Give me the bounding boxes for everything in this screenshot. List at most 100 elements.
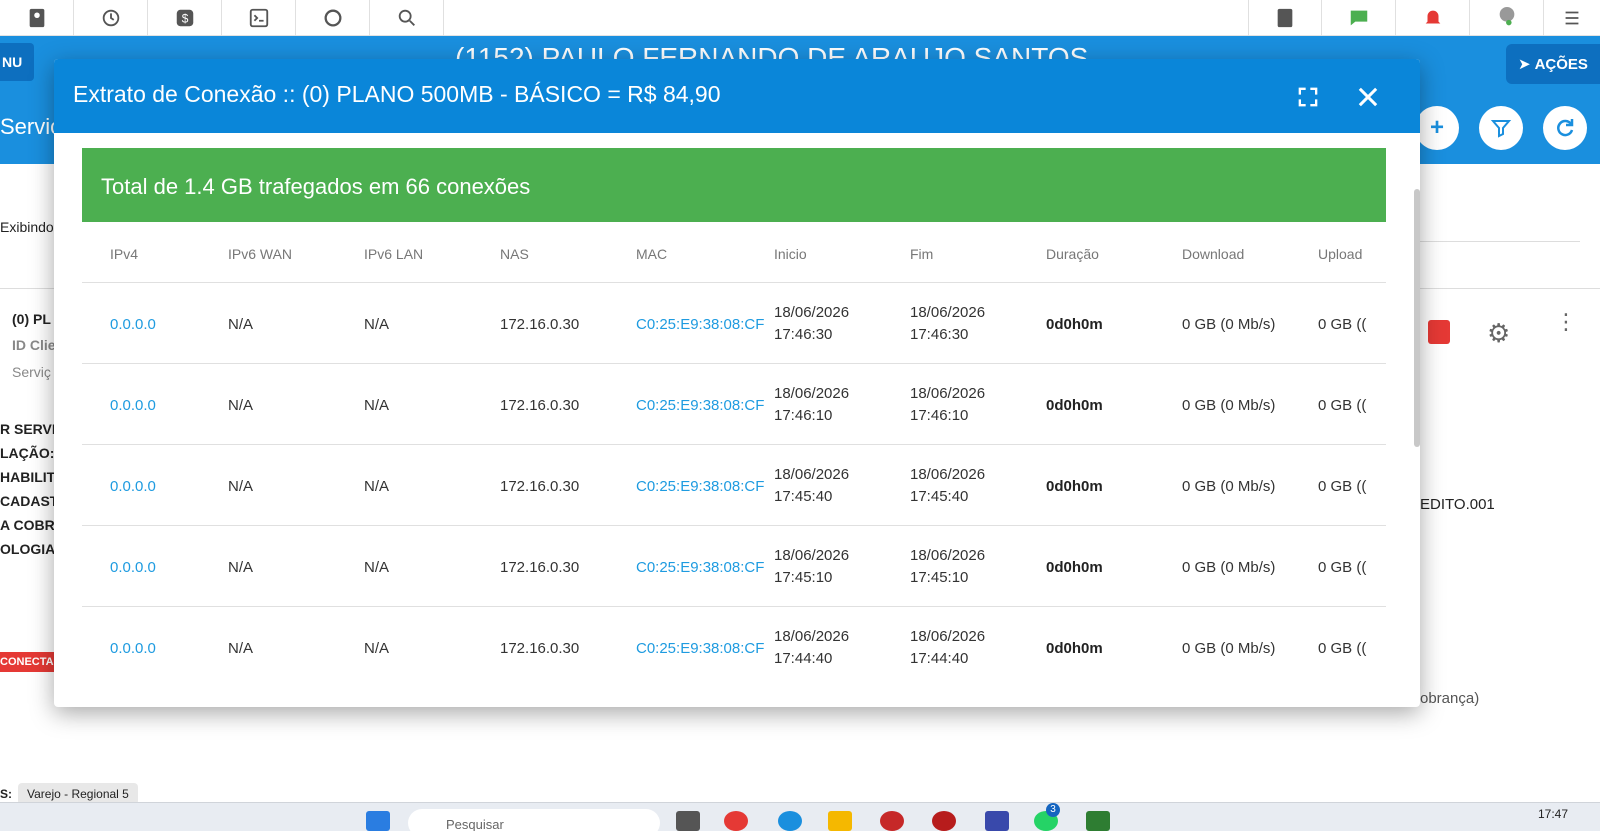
inicio-cell-line: 17:45:10: [774, 569, 833, 586]
pdf-icon[interactable]: [1248, 0, 1322, 36]
inicio-cell: 18/06/2026 17:46:30: [774, 283, 849, 365]
column-header[interactable]: Inicio: [774, 246, 807, 262]
chrome-icon[interactable]: [724, 811, 748, 831]
table-row: 0.0.0.0 N/A N/A 172.16.0.30 C0:25:E9:38:08:C…: [82, 444, 1386, 527]
inicio-cell-line: 18/06/2026: [774, 466, 850, 483]
column-header[interactable]: IPv6 LAN: [364, 246, 423, 262]
column-header[interactable]: NAS: [500, 246, 529, 262]
taskbar-search[interactable]: Pesquisar: [408, 809, 660, 831]
taskbar: Pesquisar 3 17:47: [0, 802, 1600, 831]
start-icon[interactable]: [366, 811, 390, 831]
document-icon[interactable]: [1428, 320, 1450, 344]
bell-icon[interactable]: [1396, 0, 1470, 36]
edge-icon[interactable]: [778, 811, 802, 831]
terminal-icon[interactable]: [222, 0, 296, 36]
field-label: R SERVI: [0, 421, 56, 437]
inicio-cell-line: 17:46:30: [774, 326, 833, 343]
fim-cell-line: 18/06/2026: [910, 385, 986, 402]
app-icon[interactable]: [1086, 811, 1110, 831]
refresh-icon: [1557, 119, 1574, 137]
fim-cell-line: 18/06/2026: [910, 304, 986, 321]
scrollbar[interactable]: [1414, 189, 1420, 447]
search-icon[interactable]: [370, 0, 444, 36]
table-row: 0.0.0.0 N/A N/A 172.16.0.30 C0:25:E9:38:08:C…: [82, 525, 1386, 608]
duracao-cell: 0d0h0m: [1046, 558, 1103, 576]
nas-cell: 172.16.0.30: [500, 396, 580, 414]
field-label: LAÇÃO:: [0, 445, 55, 461]
acoes-button[interactable]: ➤ AÇÕES: [1506, 44, 1600, 84]
ipv6-lan-cell: N/A: [364, 477, 390, 495]
connection-statement-modal: Extrato de Conexão :: (0) PLANO 500MB - …: [54, 59, 1420, 707]
fullscreen-icon[interactable]: [1294, 83, 1322, 111]
top-toolbar: $: [0, 0, 1600, 36]
inicio-cell-line: 17:45:40: [774, 488, 833, 505]
field-label: HABILIT: [0, 469, 56, 485]
task-view-icon[interactable]: [676, 811, 700, 831]
history-icon[interactable]: [74, 0, 148, 36]
download-cell: 0 GB (0 Mb/s): [1182, 558, 1276, 576]
app-icon[interactable]: [932, 811, 956, 831]
column-header[interactable]: Upload: [1318, 246, 1362, 262]
more-options-icon[interactable]: ⋮: [1555, 311, 1577, 333]
column-header[interactable]: Fim: [910, 246, 933, 262]
inicio-cell-line: 18/06/2026: [774, 547, 850, 564]
menu-list-icon[interactable]: [1544, 0, 1600, 36]
mac-link[interactable]: C0:25:E9:38:08:CF: [636, 364, 764, 446]
inicio-cell: 18/06/2026 17:44:40: [774, 607, 849, 689]
block-icon[interactable]: [296, 0, 370, 36]
tags-label: S:: [0, 787, 12, 801]
gear-icon[interactable]: ⚙: [1487, 318, 1510, 349]
fim-cell: 18/06/2026 17:46:10: [910, 364, 985, 446]
ipv4-link[interactable]: 0.0.0.0: [110, 445, 156, 527]
duracao-cell: 0d0h0m: [1046, 315, 1103, 333]
chat-icon[interactable]: [1322, 0, 1396, 36]
folder-icon[interactable]: [828, 811, 852, 831]
ipv6-lan-cell: N/A: [364, 558, 390, 576]
field-label: CADAST: [0, 493, 59, 509]
duracao-cell: 0d0h0m: [1046, 639, 1103, 657]
ipv4-link[interactable]: 0.0.0.0: [110, 364, 156, 446]
filter-icon: [1490, 120, 1512, 138]
fim-cell: 18/06/2026 17:45:40: [910, 445, 985, 527]
acoes-label: AÇÕES: [1534, 55, 1588, 73]
ipv6-wan-cell: N/A: [228, 396, 254, 414]
modal-header: Extrato de Conexão :: (0) PLANO 500MB - …: [54, 59, 1420, 133]
section-label: Serviç: [0, 114, 62, 139]
ipv6-wan-cell: N/A: [228, 558, 254, 576]
filter-button[interactable]: [1479, 106, 1523, 150]
mac-link[interactable]: C0:25:E9:38:08:CF: [636, 445, 764, 527]
close-icon[interactable]: [1354, 83, 1382, 111]
column-header[interactable]: Duração: [1046, 246, 1099, 262]
menu-button[interactable]: NU: [0, 43, 34, 81]
column-header[interactable]: MAC: [636, 246, 667, 262]
upload-cell: 0 GB ((: [1318, 558, 1367, 576]
finance-icon[interactable]: $: [148, 0, 222, 36]
fim-cell-line: 17:45:40: [910, 488, 969, 505]
inicio-cell: 18/06/2026 17:46:10: [774, 364, 849, 446]
column-header[interactable]: IPv6 WAN: [228, 246, 292, 262]
table-row: 0.0.0.0 N/A N/A 172.16.0.30 C0:25:E9:38:08:C…: [82, 606, 1386, 689]
app-icon[interactable]: [985, 811, 1009, 831]
ipv4-link[interactable]: 0.0.0.0: [110, 526, 156, 608]
send-icon: ➤: [1518, 56, 1531, 73]
app-icon[interactable]: [880, 811, 904, 831]
divider: [1420, 241, 1580, 242]
cobranca-text: obrança): [1420, 690, 1480, 707]
traffic-summary: Total de 1.4 GB trafegados em 66 conexõe…: [82, 148, 1386, 222]
nas-cell: 172.16.0.30: [500, 558, 580, 576]
mac-link[interactable]: C0:25:E9:38:08:CF: [636, 283, 764, 365]
ipv4-link[interactable]: 0.0.0.0: [110, 283, 156, 365]
column-header[interactable]: IPv4: [110, 246, 138, 262]
upload-cell: 0 GB ((: [1318, 477, 1367, 495]
ipv4-link[interactable]: 0.0.0.0: [110, 607, 156, 689]
field-label: A COBR: [0, 517, 55, 533]
add-button[interactable]: +: [1415, 106, 1459, 150]
download-cell: 0 GB (0 Mb/s): [1182, 639, 1276, 657]
refresh-button[interactable]: [1543, 106, 1587, 150]
contact-card-icon[interactable]: [0, 0, 74, 36]
modal-title: Extrato de Conexão :: (0) PLANO 500MB - …: [73, 81, 721, 107]
mac-link[interactable]: C0:25:E9:38:08:CF: [636, 607, 764, 689]
mac-link[interactable]: C0:25:E9:38:08:CF: [636, 526, 764, 608]
avatar[interactable]: [1470, 0, 1544, 36]
column-header[interactable]: Download: [1182, 246, 1244, 262]
